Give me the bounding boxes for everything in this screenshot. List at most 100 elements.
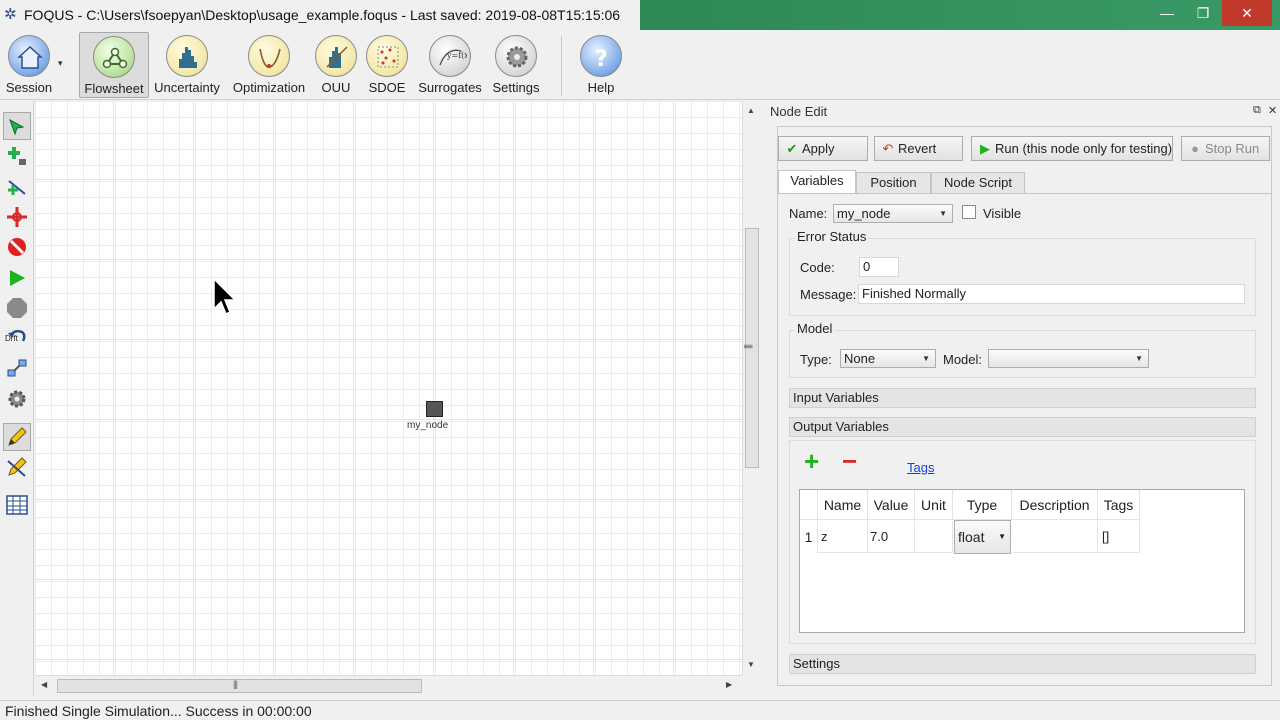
node-edit-tabs: Variables Position Node Script: [778, 170, 1273, 194]
scroll-right-icon[interactable]: ▶: [726, 680, 732, 689]
add-node-icon[interactable]: [3, 142, 31, 170]
chevron-down-icon: ▼: [922, 354, 930, 363]
visible-checkbox[interactable]: [962, 205, 976, 219]
cell-tags[interactable]: []: [1098, 521, 1140, 553]
add-variable-icon[interactable]: +: [804, 448, 819, 474]
undo-icon[interactable]: Drft: [3, 324, 31, 352]
dock-float-icon[interactable]: ⧉: [1253, 104, 1261, 117]
scatter-design-icon: [366, 35, 408, 77]
edit-pencil-alt-icon[interactable]: [3, 453, 31, 481]
cell-type-select[interactable]: float ▼: [954, 520, 1011, 554]
yfx-icon: y=f(x): [429, 35, 471, 77]
main-toolbar: Session ▾ Flowsheet Uncertainty Optimiza…: [0, 30, 1280, 100]
scroll-down-icon[interactable]: ▼: [747, 660, 755, 669]
horizontal-scroll-thumb[interactable]: [57, 679, 422, 693]
optimization-button[interactable]: Optimization: [229, 32, 309, 98]
model-select[interactable]: ▼: [988, 349, 1149, 368]
curve-minimum-icon: [248, 35, 290, 77]
run-node-button[interactable]: ▶ Run (this node only for testing): [971, 136, 1173, 161]
model-label: Model:: [943, 352, 983, 367]
tab-variables[interactable]: Variables: [778, 170, 856, 194]
scroll-up-icon[interactable]: ▲: [747, 106, 755, 115]
tab-node-script[interactable]: Node Script: [931, 172, 1025, 194]
table-corner: [800, 490, 818, 520]
sdoe-button[interactable]: SDOE: [364, 32, 410, 98]
stop-label: Stop Run: [1205, 141, 1260, 156]
edit-pencil-icon[interactable]: [3, 423, 31, 451]
stop-circle-icon: ●: [1191, 141, 1199, 156]
output-variables-section[interactable]: Output Variables: [789, 417, 1256, 437]
row-header[interactable]: 1: [800, 521, 818, 553]
window-title: FOQUS - C:\Users\fsoepyan\Desktop\usage_…: [24, 7, 621, 23]
model-type-value: None: [844, 351, 876, 366]
tags-link[interactable]: Tags: [907, 460, 934, 475]
center-icon[interactable]: [3, 203, 31, 231]
flowsheet-nodes-icon: [93, 36, 135, 78]
select-arrow-icon[interactable]: [3, 112, 31, 140]
cell-unit[interactable]: [915, 521, 953, 553]
column-header-type[interactable]: Type: [953, 490, 1012, 520]
house-icon: [8, 35, 50, 77]
stop-icon[interactable]: [3, 233, 31, 261]
toolbar-separator: [561, 36, 562, 96]
cell-value[interactable]: 7.0: [868, 521, 915, 553]
visible-label: Visible: [983, 206, 1022, 221]
add-edge-icon[interactable]: [3, 173, 31, 201]
stop-octagon-icon[interactable]: [3, 294, 31, 322]
code-field[interactable]: 0: [859, 257, 899, 277]
model-type-select[interactable]: None ▼: [840, 349, 936, 368]
surrogates-button[interactable]: y=f(x) Surrogates: [417, 32, 483, 98]
node-label: my_node: [407, 420, 449, 431]
help-button[interactable]: ? Help: [579, 32, 623, 98]
column-header-value[interactable]: Value: [868, 490, 915, 520]
session-dropdown-icon[interactable]: ▾: [58, 58, 63, 69]
run-icon[interactable]: [3, 264, 31, 292]
tab-position[interactable]: Position: [856, 172, 931, 194]
settings-section[interactable]: Settings: [789, 654, 1256, 674]
dock-title: Node Edit: [770, 104, 828, 119]
foqus-logo-icon: ✲: [4, 6, 17, 23]
flowsheet-label: Flowsheet: [84, 81, 144, 96]
maximize-button[interactable]: ❐: [1180, 0, 1226, 26]
chevron-down-icon: ▼: [939, 209, 947, 218]
name-select[interactable]: my_node ▼: [833, 204, 953, 223]
dock-close-icon[interactable]: ✕: [1268, 104, 1277, 117]
gear-icon: [495, 35, 537, 77]
session-button[interactable]: Session: [4, 32, 54, 98]
column-header-unit[interactable]: Unit: [915, 490, 953, 520]
column-header-name[interactable]: Name: [818, 490, 868, 520]
optimization-label: Optimization: [232, 80, 306, 95]
flowsheet-canvas[interactable]: my_node: [35, 101, 742, 675]
settings-gear-icon[interactable]: [3, 385, 31, 413]
uncertainty-button[interactable]: Uncertainty: [153, 32, 221, 98]
table-icon[interactable]: [3, 491, 31, 519]
ouu-button[interactable]: OUU: [314, 32, 358, 98]
status-bar: Finished Single Simulation... Success in…: [0, 700, 1280, 720]
input-variables-section[interactable]: Input Variables: [789, 388, 1256, 408]
flowsheet-node[interactable]: [426, 401, 443, 417]
message-field[interactable]: Finished Normally: [858, 284, 1245, 304]
revert-button[interactable]: ↶ Revert: [874, 136, 963, 161]
column-header-description[interactable]: Description: [1012, 490, 1098, 520]
code-label: Code:: [800, 260, 835, 275]
close-window-button[interactable]: ✕: [1222, 0, 1272, 26]
mouse-cursor-icon: [213, 277, 237, 316]
remove-variable-icon[interactable]: −: [842, 448, 857, 474]
vertical-scroll-grip: |||: [744, 343, 755, 349]
apply-button[interactable]: ✔ Apply: [778, 136, 868, 161]
settings-button[interactable]: Settings: [490, 32, 542, 98]
canvas-horizontal-scrollbar[interactable]: ◀ ||| ▶: [35, 675, 742, 695]
scroll-left-icon[interactable]: ◀: [41, 680, 47, 689]
cell-description[interactable]: [1012, 521, 1098, 553]
column-header-tags[interactable]: Tags: [1098, 490, 1140, 520]
cell-name[interactable]: z: [818, 521, 868, 553]
session-label: Session: [5, 80, 53, 95]
revert-label: Revert: [898, 141, 937, 156]
canvas-vertical-scrollbar[interactable]: ▲ ||| ▼: [742, 101, 760, 675]
stop-run-button[interactable]: ● Stop Run: [1181, 136, 1270, 161]
flowsheet-button[interactable]: Flowsheet: [79, 32, 149, 98]
connect-icon[interactable]: [3, 354, 31, 382]
flowsheet-tool-strip: Drft: [0, 101, 34, 696]
revert-arrow-icon: ↶: [882, 141, 894, 156]
histogram-icon: [166, 35, 208, 77]
